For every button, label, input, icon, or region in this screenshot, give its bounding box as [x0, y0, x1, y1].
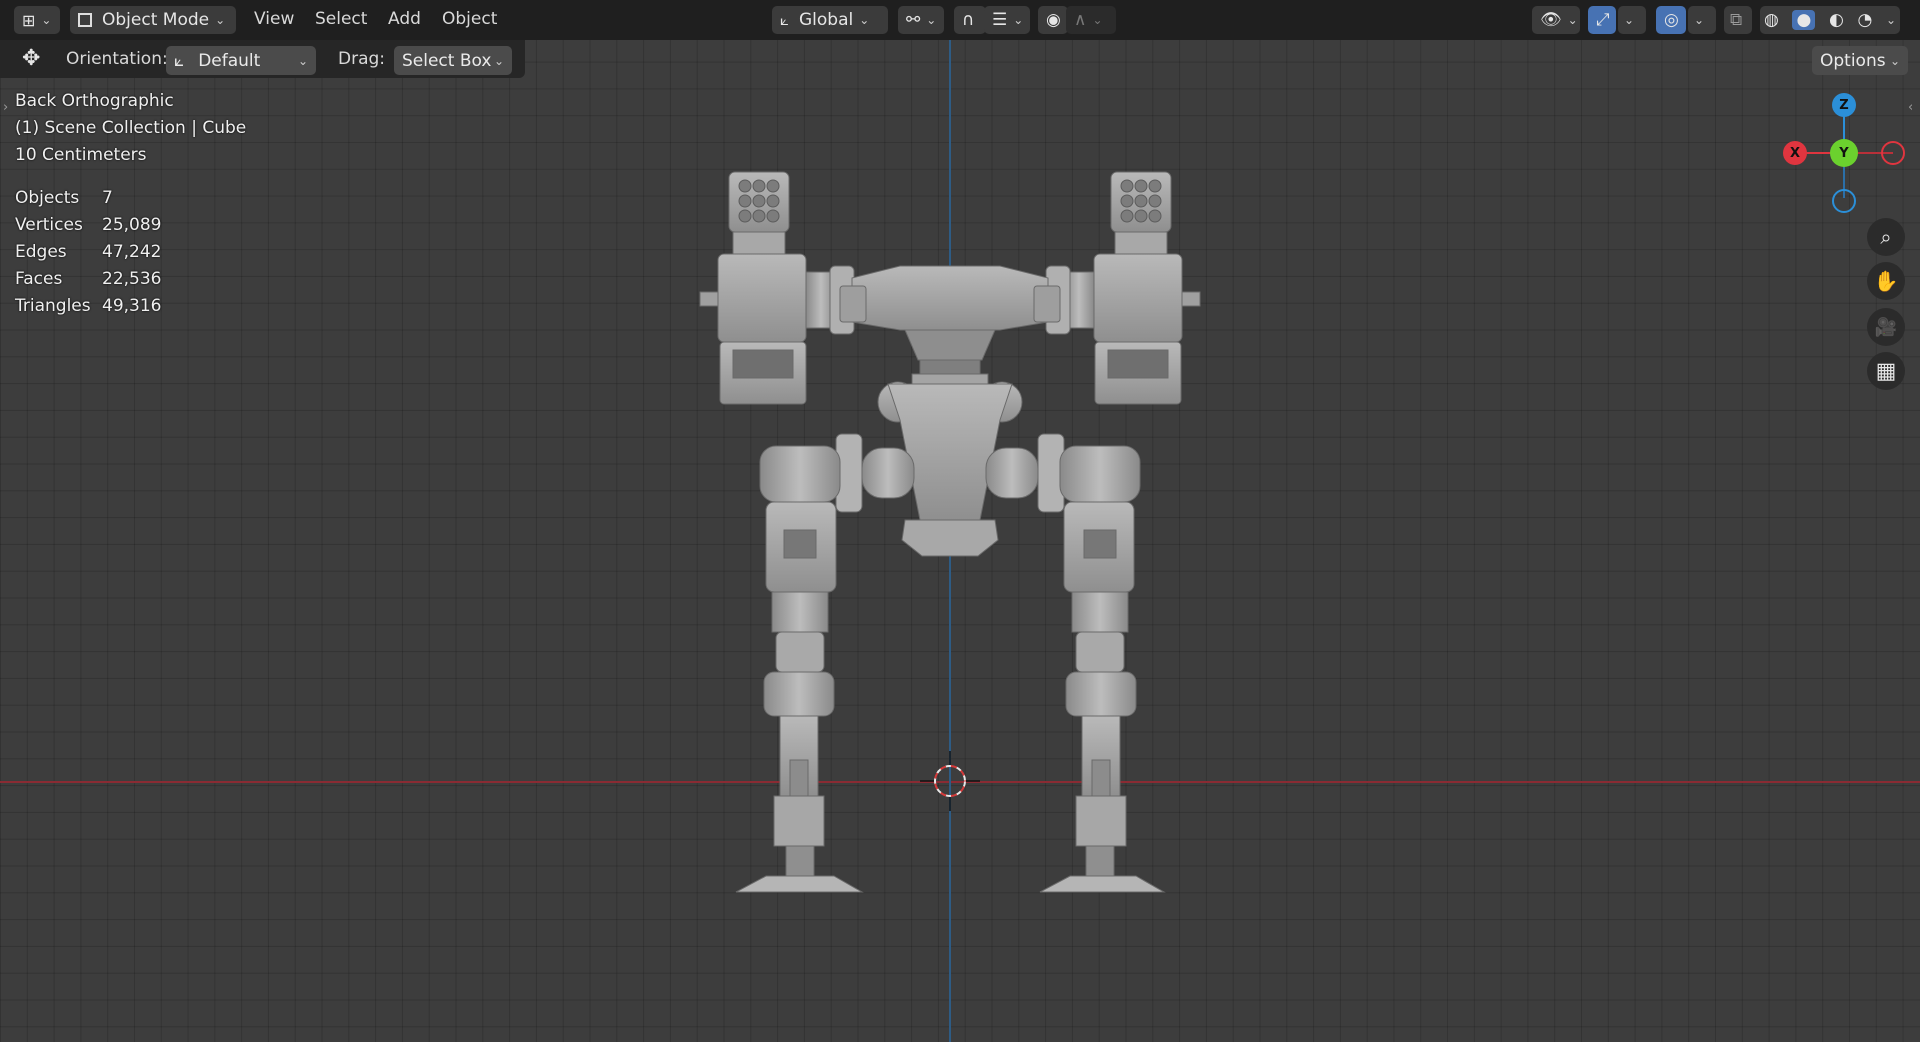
stat-objects-value: 7 — [102, 188, 113, 208]
stat-edges-label: Edges — [15, 242, 67, 262]
options-dropdown[interactable]: Options ⌄ — [1812, 46, 1908, 75]
magnet-icon: ∩ — [962, 10, 975, 30]
chevron-down-icon: ⌄ — [215, 13, 226, 27]
proportional-edit-icon: ◉ — [1046, 10, 1061, 30]
rendered-shading-icon[interactable]: ◔ — [1857, 10, 1872, 30]
overlay-icon: ◎ — [1664, 10, 1679, 30]
stat-faces-value: 22,536 — [102, 269, 162, 289]
robot-model[interactable] — [0, 0, 1920, 1042]
stat-edges-value: 47,242 — [102, 242, 162, 262]
gizmo-dropdown[interactable]: ⌄ — [1618, 6, 1646, 34]
transform-orientation-label: Global — [799, 10, 854, 30]
chevron-down-icon: ⌄ — [859, 13, 870, 27]
gizmo-toggle[interactable]: ⤢ — [1588, 6, 1616, 34]
chevron-down-icon: ⌄ — [1694, 13, 1705, 27]
editor-type-button[interactable]: ⊞ ⌄ — [14, 6, 60, 34]
transform-orientation-dropdown[interactable]: ⟀ Global ⌄ — [772, 6, 888, 34]
orientation-label: Orientation: — [66, 49, 168, 69]
object-mode-icon — [78, 13, 92, 27]
options-label: Options — [1820, 50, 1886, 71]
visibility-button[interactable]: 👁 ⌄ — [1532, 6, 1580, 34]
chevron-down-icon: ⌄ — [1013, 13, 1024, 27]
orientation-dropdown[interactable]: ⟀ Default ⌄ — [166, 46, 316, 75]
wireframe-shading-icon[interactable]: ◍ — [1764, 10, 1779, 30]
chevron-down-icon: ⌄ — [926, 13, 937, 27]
chevron-down-icon: ⌄ — [1889, 53, 1900, 68]
3d-cursor — [920, 751, 980, 811]
menu-select[interactable]: Select — [315, 9, 367, 29]
shading-selector: ◍ ● ◐ ◔ ⌄ — [1760, 6, 1900, 34]
proportional-edit-toggle[interactable]: ◉ — [1038, 6, 1068, 34]
move-tool-icon[interactable]: ✥ — [22, 46, 40, 71]
snap-target-button[interactable]: ☰ ⌄ — [984, 6, 1030, 34]
menu-object[interactable]: Object — [442, 9, 497, 29]
right-thigh — [1059, 445, 1141, 503]
eye-icon: 👁 — [1540, 10, 1562, 30]
view-name: Back Orthographic — [15, 91, 174, 111]
gizmo-y-axis[interactable]: Y — [1830, 139, 1858, 167]
zoom-button[interactable]: ⌕ — [1867, 218, 1905, 256]
solid-shading-icon[interactable]: ● — [1792, 10, 1816, 30]
snap-increment-icon: ☰ — [992, 10, 1008, 30]
grid-scale: 10 Centimeters — [15, 145, 147, 165]
grid-editor-icon: ⊞ — [22, 10, 36, 30]
link-icon: ⚯ — [906, 10, 921, 30]
ortho-toggle-button[interactable]: ▦ — [1867, 352, 1905, 390]
drag-label: Drag: — [338, 49, 386, 69]
camera-view-button[interactable]: 🎥 — [1867, 308, 1905, 346]
orientation-value: Default — [198, 50, 261, 71]
chevron-down-icon: ⌄ — [493, 53, 504, 68]
left-shoulder — [717, 253, 807, 343]
left-thigh — [759, 445, 841, 503]
stat-triangles-label: Triangles — [15, 296, 91, 316]
stat-triangles-value: 49,316 — [102, 296, 162, 316]
overlay-toggle[interactable]: ◎ — [1656, 6, 1686, 34]
zoom-icon: ⌕ — [1880, 225, 1892, 249]
chevron-down-icon[interactable]: ⌄ — [1886, 13, 1896, 27]
gizmo-neg-x-axis[interactable] — [1881, 141, 1905, 165]
pivot-point-button[interactable]: ⚯ ⌄ — [898, 6, 944, 34]
mode-selector[interactable]: Object Mode ⌄ — [70, 6, 236, 34]
menu-view[interactable]: View — [254, 9, 294, 29]
chevron-down-icon: ⌄ — [41, 13, 52, 27]
snap-toggle[interactable]: ∩ — [954, 6, 986, 34]
xray-icon: ⧉ — [1730, 10, 1743, 30]
gizmo-icon: ⤢ — [1596, 10, 1610, 30]
material-shading-icon[interactable]: ◐ — [1829, 10, 1844, 30]
toolbar-expand-icon[interactable]: › — [3, 100, 8, 115]
pan-hand-icon: ✋ — [1873, 269, 1899, 293]
stat-vertices-value: 25,089 — [102, 215, 162, 235]
collection-info: (1) Scene Collection | Cube — [15, 118, 247, 138]
xray-toggle[interactable]: ⧉ — [1724, 6, 1752, 34]
chevron-down-icon: ⌄ — [297, 53, 308, 68]
stat-faces-label: Faces — [15, 269, 63, 289]
robot-body — [699, 171, 1201, 893]
gizmo-neg-z-axis[interactable] — [1832, 189, 1856, 213]
mode-label: Object Mode — [102, 10, 210, 30]
drag-dropdown[interactable]: Select Box ⌄ — [394, 46, 512, 75]
chevron-down-icon: ⌄ — [1624, 13, 1635, 27]
camera-icon: 🎥 — [1874, 316, 1898, 338]
gizmo-z-axis[interactable]: Z — [1832, 93, 1856, 117]
viewport-header: ⊞ ⌄ Object Mode ⌄ View Select Add Object … — [0, 0, 1920, 40]
ortho-grid-icon: ▦ — [1875, 358, 1897, 384]
menu-add[interactable]: Add — [388, 9, 421, 29]
gizmo-x-axis[interactable]: X — [1783, 141, 1807, 165]
falloff-button[interactable]: ∧ ⌄ — [1066, 6, 1116, 34]
pan-button[interactable]: ✋ — [1867, 262, 1905, 300]
stat-objects-label: Objects — [15, 188, 80, 208]
chevron-down-icon: ⌄ — [1092, 13, 1103, 27]
falloff-curve-icon: ∧ — [1074, 10, 1087, 30]
right-shoulder — [1093, 253, 1183, 343]
overlay-dropdown[interactable]: ⌄ — [1688, 6, 1716, 34]
chevron-down-icon: ⌄ — [1567, 13, 1578, 27]
stat-vertices-label: Vertices — [15, 215, 83, 235]
axes-icon: ⟀ — [780, 11, 789, 29]
axes-icon: ⟀ — [174, 50, 185, 71]
drag-value: Select Box — [402, 50, 492, 71]
